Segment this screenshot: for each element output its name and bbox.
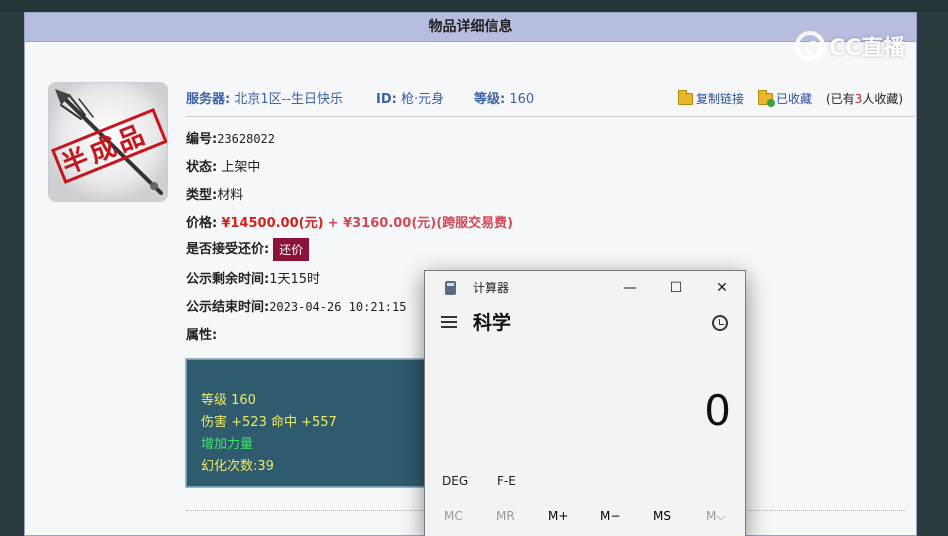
- price-row: 价格: ¥14500.00(元) + ¥3160.00(元)(跨服交易费): [186, 212, 513, 231]
- attr-damage: 伤害 +523 命中 +557: [201, 415, 337, 430]
- level-value: 160: [509, 92, 535, 107]
- level-label: 等级:: [474, 92, 506, 107]
- logo-text: CC直播: [829, 36, 906, 61]
- level-info: 等级: 160: [474, 88, 534, 107]
- folder-plus-icon: [757, 89, 775, 107]
- history-icon[interactable]: [712, 315, 728, 331]
- status-label: 状态:: [186, 160, 218, 175]
- calculator-titlebar[interactable]: 计算器 — ☐ ✕: [425, 271, 745, 304]
- server-value: 北京1区--生日快乐: [234, 92, 343, 107]
- memory-recall-button[interactable]: MR: [496, 509, 515, 523]
- menu-icon[interactable]: [441, 316, 457, 328]
- type-row: 类型:材料: [186, 184, 243, 203]
- attr-level: 等级 160: [201, 393, 256, 408]
- item-image: 半成品: [48, 82, 168, 202]
- copy-link-label: 复制链接: [695, 92, 744, 106]
- end-time-label: 公示结束时间:: [186, 300, 270, 315]
- panel-title: 物品详细信息: [25, 13, 916, 42]
- price-value: ¥14500.00(元): [221, 216, 324, 231]
- server-info: 服务器: 北京1区--生日快乐: [186, 88, 343, 107]
- counter-offer-label: 是否接受还价:: [186, 242, 270, 257]
- memory-list-button[interactable]: M⌵: [706, 509, 725, 524]
- fav-count-prefix: (已有: [825, 92, 855, 106]
- calculator-title: 计算器: [473, 281, 510, 295]
- logo-ring-icon: [795, 31, 825, 61]
- fav-count-suffix: 人收藏): [862, 92, 903, 106]
- memory-add-button[interactable]: M+: [548, 509, 568, 523]
- favorite-count: (已有3人收藏): [826, 90, 903, 107]
- memory-clear-button[interactable]: MC: [444, 509, 463, 523]
- calculator-display: 0: [704, 386, 731, 435]
- id-value: 枪·元身: [400, 92, 445, 107]
- id-label: ID:: [376, 92, 397, 107]
- remaining-time-value: 1天15时: [269, 272, 321, 287]
- end-time-value: 2023-04-26 10:21:15: [269, 300, 407, 314]
- window-top-edge: [0, 0, 948, 12]
- counter-offer-row: 是否接受还价: 还价: [186, 238, 310, 261]
- memory-store-button[interactable]: MS: [653, 509, 671, 523]
- server-label: 服务器:: [186, 92, 231, 107]
- calculator-window[interactable]: 计算器 — ☐ ✕ 科学 0 DEG F-E MC MR M+ M− MS M⌵: [424, 270, 746, 536]
- type-label: 类型:: [186, 188, 218, 203]
- close-button[interactable]: ✕: [707, 275, 737, 301]
- maximize-button[interactable]: ☐: [661, 275, 691, 301]
- status-row: 状态: 上架中: [186, 156, 260, 175]
- calculator-mode-title: 科学: [473, 312, 512, 334]
- calculator-mode-row: 科学: [425, 304, 745, 344]
- remaining-time-row: 公示剩余时间:1天15时: [186, 268, 320, 287]
- attributes-label: 属性:: [186, 328, 218, 343]
- item-header-row: 服务器: 北京1区--生日快乐 ID: 枪·元身 等级: 160 复制链接 已收…: [186, 87, 915, 117]
- id-info: ID: 枪·元身: [376, 88, 444, 107]
- number-label: 编号:: [186, 132, 218, 147]
- watermark-logo: CC直播: [795, 30, 905, 62]
- cross-server-fee: + ¥3160.00(元)(跨服交易费): [327, 216, 514, 231]
- number-value: 23628022: [217, 132, 275, 146]
- deg-button[interactable]: DEG: [442, 474, 468, 488]
- calculator-app-icon: [445, 281, 456, 295]
- number-row: 编号:23628022: [186, 128, 275, 147]
- type-value: 材料: [217, 188, 244, 203]
- attr-strength: 增加力量: [201, 437, 254, 452]
- memory-subtract-button[interactable]: M−: [600, 509, 620, 523]
- favorite-button[interactable]: 已收藏: [757, 89, 812, 107]
- counter-offer-button[interactable]: 还价: [273, 238, 310, 261]
- status-value: 上架中: [221, 160, 261, 175]
- attr-illusion-count: 幻化次数:39: [201, 459, 274, 474]
- end-time-row: 公示结束时间:2023-04-26 10:21:15: [186, 296, 406, 315]
- fe-button[interactable]: F-E: [497, 474, 516, 488]
- favorite-label: 已收藏: [775, 92, 812, 106]
- folder-icon: [677, 89, 693, 105]
- minimize-button[interactable]: —: [615, 275, 645, 301]
- remaining-time-label: 公示剩余时间:: [186, 272, 270, 287]
- price-label: 价格:: [186, 216, 218, 231]
- item-actions: 复制链接 已收藏 (已有3人收藏): [677, 89, 903, 107]
- copy-link-button[interactable]: 复制链接: [677, 89, 744, 107]
- attributes-box: 等级 160 伤害 +523 命中 +557 增加力量 幻化次数:39: [185, 358, 427, 488]
- attributes-row: 属性:: [186, 324, 217, 343]
